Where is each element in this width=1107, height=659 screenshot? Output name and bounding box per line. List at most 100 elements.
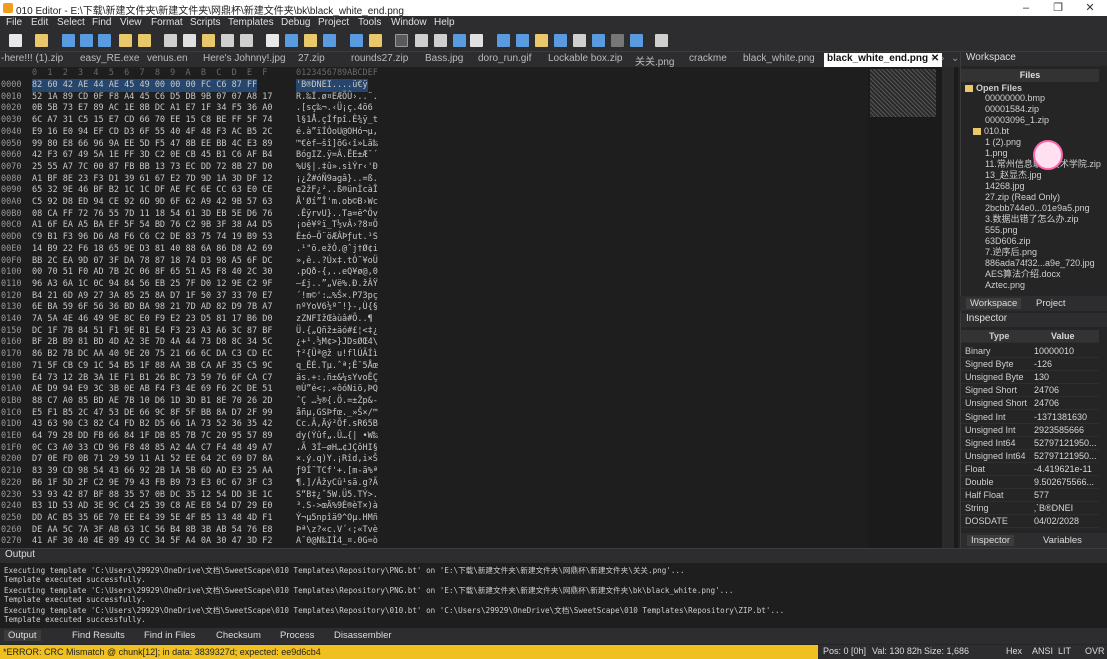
hex-mode-indicator[interactable]: Hex xyxy=(1006,646,1022,656)
inspector-row[interactable]: Double 9.502675566... xyxy=(961,476,1099,489)
file-list-item[interactable]: 00003096_1.zip xyxy=(985,115,1049,126)
file-list-item[interactable]: 886ada74f32...a9e_720.jpg xyxy=(985,258,1095,269)
inspector-row[interactable]: Unsigned Int 2923585666 xyxy=(961,424,1099,437)
file-list-item[interactable]: 1.png xyxy=(985,148,1008,159)
hex-editor[interactable]: 0 1 2 3 4 5 6 7 8 9 A B C D E F 01234567… xyxy=(0,67,868,548)
inspector-row[interactable]: Float -4.419621e-11 xyxy=(961,463,1099,476)
menu-find[interactable]: Find xyxy=(92,17,111,28)
inspector-value[interactable]: 130 xyxy=(1034,371,1099,384)
inspector-row[interactable]: Signed Int -1371381630 xyxy=(961,411,1099,424)
new-file-icon[interactable] xyxy=(9,34,22,47)
file-list-item[interactable]: 14268.jpg xyxy=(985,181,1025,192)
open-project-icon[interactable] xyxy=(119,34,132,47)
tab-file[interactable]: crackme xyxy=(689,53,727,67)
inspector-value[interactable]: 9.502675566... xyxy=(1034,476,1099,489)
hex-mode-icon[interactable] xyxy=(395,34,408,47)
copy-icon[interactable] xyxy=(183,34,196,47)
menu-view[interactable]: View xyxy=(120,17,142,28)
inspector-row[interactable]: DOSDATE 04/02/2028 xyxy=(961,515,1099,529)
inspector-value[interactable]: -126 xyxy=(1034,358,1099,371)
inspector-value[interactable]: 52797121950... xyxy=(1034,450,1099,463)
inspector-value[interactable]: 24706 xyxy=(1034,397,1099,410)
file-list-item[interactable]: 00000000.bmp xyxy=(985,93,1045,104)
overwrite-indicator[interactable]: OVR xyxy=(1085,646,1105,656)
tab-file[interactable]: easy_RE.exe xyxy=(80,53,139,67)
replace-icon[interactable] xyxy=(285,34,298,47)
tab-process[interactable]: Process xyxy=(280,630,314,641)
undo-icon[interactable] xyxy=(221,34,234,47)
file-list-item[interactable]: Aztec.png xyxy=(985,280,1025,291)
redo-icon[interactable] xyxy=(240,34,253,47)
menu-help[interactable]: Help xyxy=(434,17,455,28)
inspector-row[interactable]: Binary 10000010 xyxy=(961,345,1099,358)
menu-tools[interactable]: Tools xyxy=(358,17,381,28)
tab-output[interactable]: Output xyxy=(4,630,41,641)
inspector-value[interactable]: ‚`B®DNEI xyxy=(1034,502,1099,515)
inspector-row[interactable]: Half Float 577 xyxy=(961,489,1099,503)
find-icon[interactable] xyxy=(266,34,279,47)
save-as-icon[interactable] xyxy=(80,34,93,47)
menu-templates[interactable]: Templates xyxy=(228,17,274,28)
show-whitespace-icon[interactable] xyxy=(434,34,447,47)
inspector-row[interactable]: String ‚`B®DNEI xyxy=(961,502,1099,516)
file-list-item[interactable]: 010.bt xyxy=(973,126,1009,137)
maximize-button[interactable]: ❐ xyxy=(1042,0,1074,16)
tab-find-results[interactable]: Find Results xyxy=(72,630,125,641)
endian-indicator[interactable]: LIT xyxy=(1058,646,1071,656)
process-icon[interactable] xyxy=(630,34,643,47)
tab-file[interactable]: Here's Johnny!.jpg xyxy=(203,53,286,67)
columns-icon[interactable] xyxy=(453,34,466,47)
inspector-row[interactable]: Unsigned Byte 130 xyxy=(961,371,1099,385)
find-next-icon[interactable] xyxy=(323,34,336,47)
file-list-item[interactable]: 63D606.zip xyxy=(985,236,1031,247)
menu-project[interactable]: Project xyxy=(318,17,349,28)
inspector-row[interactable]: Signed Byte -126 xyxy=(961,358,1099,372)
menu-format[interactable]: Format xyxy=(151,17,183,28)
menu-file[interactable]: File xyxy=(6,17,22,28)
tab-file[interactable]: venus.en xyxy=(147,53,188,67)
inspector-value[interactable]: 24706 xyxy=(1034,384,1099,397)
charset-indicator[interactable]: ANSI xyxy=(1032,646,1053,656)
tab-workspace[interactable]: Workspace xyxy=(966,298,1022,309)
tab-variables[interactable]: Variables xyxy=(1043,535,1082,546)
mov-icon[interactable] xyxy=(611,34,624,47)
checksum-icon[interactable] xyxy=(573,34,586,47)
inspector-value[interactable]: -1371381630 xyxy=(1034,411,1099,424)
open-folder-icon[interactable] xyxy=(35,34,48,47)
file-list-item[interactable]: 2bcbb744e0...01e9a5.png xyxy=(985,203,1090,214)
tab-project[interactable]: Project xyxy=(1036,298,1066,309)
menu-select[interactable]: Select xyxy=(57,17,85,28)
inspector-value[interactable]: 2923585666 xyxy=(1034,424,1099,437)
inspector-value[interactable]: 577 xyxy=(1034,489,1099,502)
tab-file[interactable]: 27.zip xyxy=(298,53,325,67)
hex-row-bytes[interactable]: 41 AF 30 40 4E 89 49 CC 34 5F A4 0A 30 4… xyxy=(32,535,273,548)
calculator-icon[interactable] xyxy=(497,34,510,47)
hex-row-ascii[interactable]: A¯0@N‰IÌ4_¤.0G=ò xyxy=(296,535,378,548)
tab-inspector[interactable]: Inspector xyxy=(967,535,1015,546)
histogram-icon[interactable] xyxy=(554,34,567,47)
tab-disassembler[interactable]: Disassembler xyxy=(334,630,392,641)
inspector-row[interactable]: Unsigned Short 24706 xyxy=(961,397,1099,411)
menu-window[interactable]: Window xyxy=(391,17,427,28)
minimize-button[interactable]: – xyxy=(1010,0,1042,16)
tab-find-in-files[interactable]: Find in Files xyxy=(144,630,195,641)
file-list-item[interactable]: 00001584.zip xyxy=(985,104,1039,115)
run-script-icon[interactable] xyxy=(350,34,363,47)
file-list-item[interactable]: 555.png xyxy=(985,225,1018,236)
file-list-item[interactable]: 3.数据出错了怎么办.zip xyxy=(985,214,1079,225)
menu-edit[interactable]: Edit xyxy=(31,17,48,28)
inspector-row[interactable]: Unsigned Int64 52797121950... xyxy=(961,450,1099,463)
inspector-row[interactable]: Signed Int64 52797121950... xyxy=(961,437,1099,450)
tab-file[interactable]: rounds27.zip xyxy=(351,53,408,67)
close-button[interactable]: ✕ xyxy=(1074,0,1106,16)
tab-file[interactable]: 关关.png xyxy=(635,53,674,68)
text-mode-icon[interactable] xyxy=(415,34,428,47)
tab-file[interactable]: Bass.jpg xyxy=(425,53,463,67)
pause-icon[interactable] xyxy=(655,34,668,47)
inspector-value[interactable]: -4.419621e-11 xyxy=(1034,463,1099,476)
tools-icon[interactable] xyxy=(592,34,605,47)
tab-checksum[interactable]: Checksum xyxy=(216,630,261,641)
tab-scroll-left-icon[interactable]: ‹ xyxy=(931,53,934,67)
menu-debug[interactable]: Debug xyxy=(281,17,310,28)
goto-icon[interactable] xyxy=(304,34,317,47)
